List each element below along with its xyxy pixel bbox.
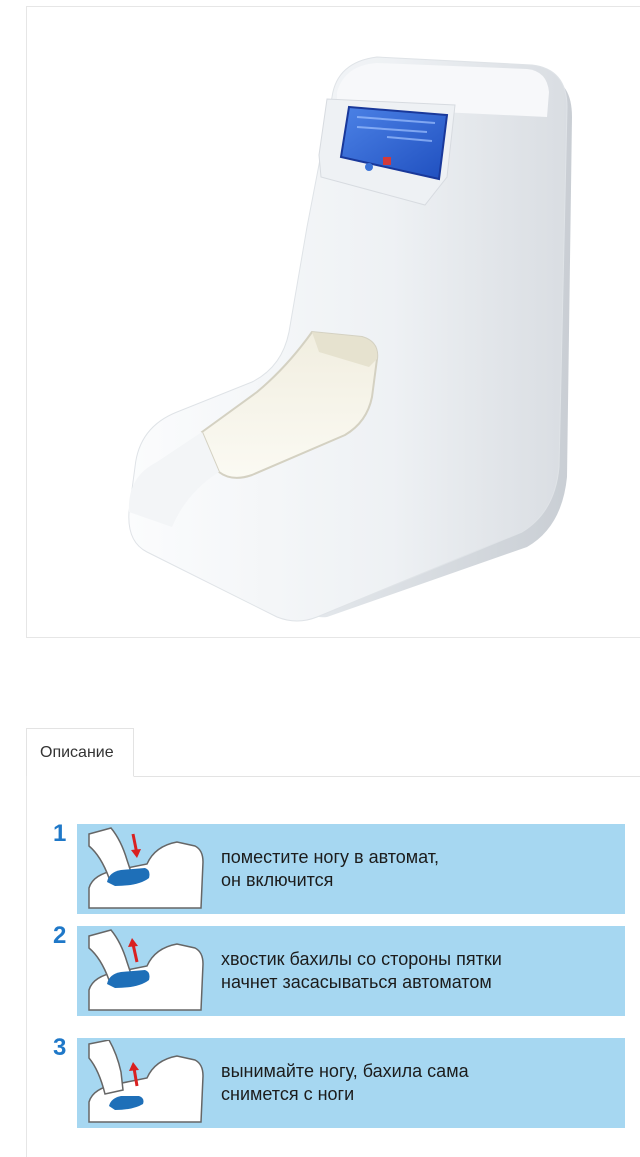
step-panel: вынимайте ногу, бахила сама снимется с н… — [77, 1038, 625, 1128]
step-panel: поместите ногу в автомат, он включится — [77, 824, 625, 914]
tab-description[interactable]: Описание — [26, 728, 134, 777]
foot-remove-icon — [88, 1040, 204, 1123]
step-panel: хвостик бахилы со стороны пятки начнет з… — [77, 926, 625, 1016]
tabs-bar: Описание — [26, 728, 640, 777]
step-2: 2 хвостик бахилы со стороны пятки начнет… — [27, 922, 640, 1024]
product-image — [26, 6, 640, 638]
heel-suction-icon — [88, 929, 204, 1011]
step-number: 2 — [53, 922, 67, 949]
description-content: 1 поместите ногу в автомат, он включится… — [26, 776, 640, 1157]
step-text: вынимайте ногу, бахила сама снимется с н… — [221, 1061, 469, 1104]
step-text: поместите ногу в автомат, он включится — [221, 847, 440, 890]
tab-description-label: Описание — [40, 744, 114, 761]
step-1: 1 поместите ногу в автомат, он включится — [27, 820, 640, 922]
foot-insert-icon — [88, 827, 204, 909]
step-text: хвостик бахилы со стороны пятки начнет з… — [221, 949, 502, 992]
step-number: 1 — [53, 820, 67, 847]
step-number: 3 — [53, 1034, 67, 1061]
shoe-cover-machine-illustration — [128, 56, 572, 622]
step-3: 3 вынимайте ногу, бахила сама снимется с… — [27, 1034, 640, 1136]
